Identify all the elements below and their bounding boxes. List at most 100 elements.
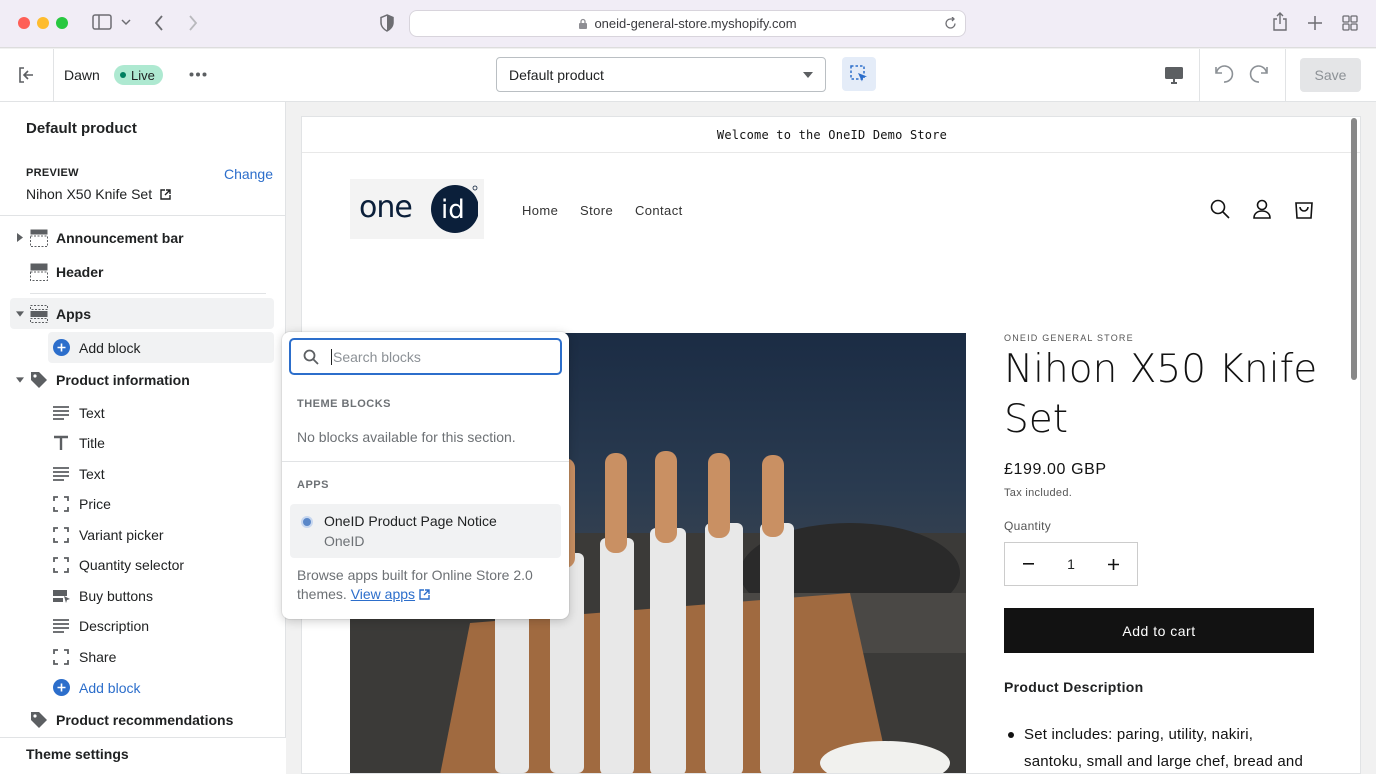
save-button[interactable]: Save bbox=[1300, 58, 1361, 92]
announcement-bar: Welcome to the OneID Demo Store bbox=[302, 117, 1360, 153]
section-label: Header bbox=[56, 263, 104, 280]
product-block-item[interactable]: Price bbox=[10, 489, 274, 520]
nav-home[interactable]: Home bbox=[522, 203, 558, 218]
nav-store[interactable]: Store bbox=[580, 203, 613, 218]
chevron-down-icon[interactable] bbox=[121, 18, 131, 26]
title-icon bbox=[53, 435, 69, 451]
apps-add-block[interactable]: Add block bbox=[48, 332, 274, 363]
svg-text:one: one bbox=[359, 190, 412, 225]
caret-right-icon[interactable] bbox=[16, 233, 24, 242]
section-product-recommendations[interactable]: Product recommendations bbox=[10, 704, 274, 735]
product-block-item[interactable]: Text bbox=[10, 458, 274, 489]
quantity-label: Quantity bbox=[1004, 519, 1052, 533]
search-placeholder: Search blocks bbox=[333, 348, 421, 365]
section-announcement-bar[interactable]: Announcement bar bbox=[10, 222, 274, 253]
preview-scrollbar[interactable] bbox=[1351, 118, 1357, 380]
product-block-item[interactable]: Quantity selector bbox=[10, 550, 274, 581]
add-to-cart-button[interactable]: Add to cart bbox=[1004, 608, 1314, 653]
product-block-item[interactable]: Share bbox=[10, 641, 274, 672]
sidebar-divider bbox=[0, 215, 286, 216]
close-window-button[interactable] bbox=[18, 17, 30, 29]
view-apps-link[interactable]: View apps bbox=[351, 586, 415, 602]
product-block-item[interactable]: Title bbox=[10, 428, 274, 459]
change-preview-link[interactable]: Change bbox=[224, 166, 273, 182]
back-icon[interactable] bbox=[153, 14, 165, 32]
preview-product-name: Nihon X50 Knife Set bbox=[26, 186, 153, 202]
block-dashed-icon bbox=[53, 526, 69, 543]
add-block-popover: Search blocks THEME BLOCKS No blocks ava… bbox=[282, 332, 569, 619]
theme-name: Dawn bbox=[64, 67, 100, 83]
cart-icon[interactable] bbox=[1294, 199, 1314, 219]
section-label: Product recommendations bbox=[56, 711, 234, 728]
product-info-add-block[interactable]: Add block bbox=[10, 672, 274, 703]
shield-icon[interactable] bbox=[379, 14, 395, 32]
tab-overview-icon[interactable] bbox=[1342, 15, 1358, 31]
forward-icon[interactable] bbox=[187, 14, 199, 32]
app-icon bbox=[301, 516, 313, 528]
store-logo[interactable]: one id bbox=[350, 179, 484, 239]
preview-label: PREVIEW bbox=[26, 167, 79, 179]
popover-divider bbox=[282, 461, 569, 462]
section-apps[interactable]: Apps bbox=[10, 298, 274, 329]
product-block-item[interactable]: Buy buttons bbox=[10, 580, 274, 611]
product-block-item[interactable]: Description bbox=[10, 611, 274, 642]
block-dashed-icon bbox=[53, 496, 69, 512]
caret-down-icon[interactable] bbox=[16, 376, 24, 383]
reload-icon[interactable] bbox=[944, 17, 957, 30]
live-badge: Live bbox=[114, 65, 163, 85]
section-layout-icon bbox=[30, 263, 48, 281]
buy-buttons-icon bbox=[53, 588, 71, 604]
external-link-icon bbox=[419, 589, 430, 600]
template-title: Default product bbox=[26, 120, 137, 137]
minimize-window-button[interactable] bbox=[37, 17, 49, 29]
search-blocks-input[interactable]: Search blocks bbox=[289, 338, 562, 375]
plus-icon[interactable] bbox=[1107, 558, 1119, 570]
section-label: Apps bbox=[56, 305, 91, 322]
live-dot bbox=[120, 72, 126, 78]
add-block-label: Add block bbox=[79, 679, 141, 696]
lock-icon bbox=[578, 18, 588, 30]
toolbar-divider bbox=[1285, 49, 1286, 102]
app-block-item[interactable]: OneID Product Page Notice OneID bbox=[290, 504, 561, 558]
text-icon bbox=[53, 405, 69, 420]
new-tab-icon[interactable] bbox=[1307, 15, 1323, 31]
sidebar-divider bbox=[30, 293, 266, 294]
view-apps-label: View apps bbox=[350, 586, 416, 602]
account-icon[interactable] bbox=[1252, 199, 1272, 219]
minus-icon[interactable] bbox=[1023, 563, 1034, 565]
tax-note: Tax included. bbox=[1004, 487, 1073, 499]
quantity-value[interactable]: 1 bbox=[1067, 556, 1075, 572]
toolbar-divider bbox=[53, 49, 54, 102]
product-title: Nihon X50 Knife Set bbox=[1004, 347, 1318, 442]
block-label: Buy buttons bbox=[79, 587, 153, 604]
undo-icon[interactable] bbox=[1213, 64, 1235, 84]
desktop-preview-icon[interactable] bbox=[1164, 66, 1184, 84]
caret-down-icon[interactable] bbox=[16, 310, 24, 317]
section-product-information[interactable]: Product information bbox=[10, 364, 274, 395]
theme-settings-button[interactable]: Theme settings bbox=[0, 737, 286, 774]
exit-icon[interactable] bbox=[17, 66, 35, 84]
address-bar[interactable]: oneid-general-store.myshopify.com bbox=[409, 10, 966, 37]
template-select[interactable]: Default product bbox=[496, 57, 826, 92]
description-heading: Product Description bbox=[1004, 679, 1144, 695]
svg-text:id: id bbox=[441, 195, 465, 225]
inspector-button[interactable] bbox=[842, 57, 876, 91]
product-vendor: ONEID GENERAL STORE bbox=[1004, 333, 1134, 343]
sidebar-toggle-icon[interactable] bbox=[92, 13, 112, 31]
product-block-item[interactable]: Text bbox=[10, 397, 274, 428]
share-icon[interactable] bbox=[1272, 12, 1288, 32]
block-label: Quantity selector bbox=[79, 557, 185, 573]
product-block-item[interactable]: Variant picker bbox=[10, 519, 274, 550]
toolbar-divider bbox=[1199, 49, 1200, 102]
search-icon[interactable] bbox=[1210, 199, 1230, 219]
redo-icon[interactable] bbox=[1248, 64, 1270, 84]
more-actions-icon[interactable] bbox=[189, 72, 207, 77]
add-block-label: Add block bbox=[79, 339, 141, 356]
nav-contact[interactable]: Contact bbox=[635, 203, 683, 218]
block-dashed-icon bbox=[53, 648, 69, 665]
block-label: Price bbox=[79, 496, 111, 512]
section-header[interactable]: Header bbox=[10, 256, 274, 287]
maximize-window-button[interactable] bbox=[56, 17, 68, 29]
preview-product[interactable]: Nihon X50 Knife Set bbox=[26, 186, 171, 202]
section-layout-icon bbox=[30, 229, 48, 247]
